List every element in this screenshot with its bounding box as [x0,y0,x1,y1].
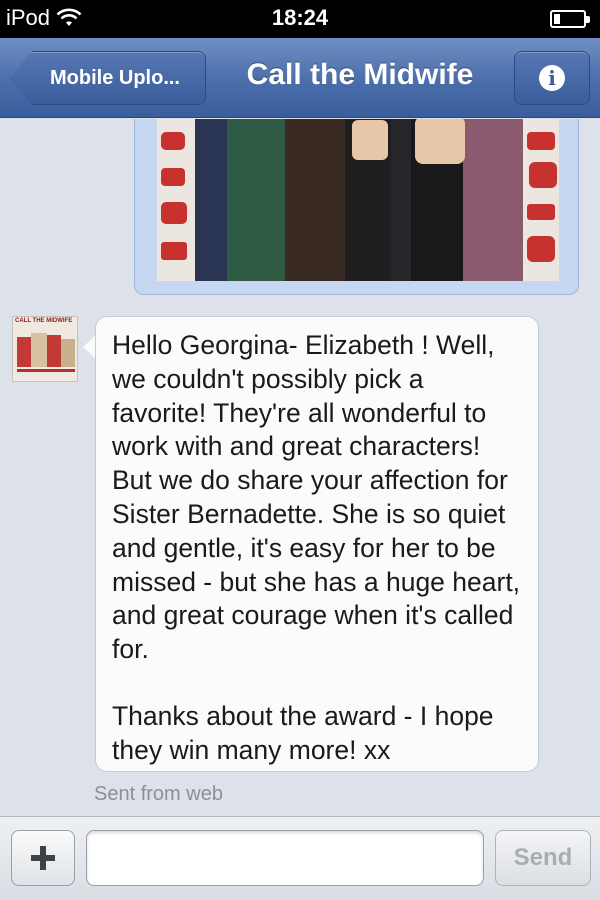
page-title: Call the Midwife [246,58,474,91]
message-paragraph: Hello Georgina- Elizabeth ! Well, we cou… [112,330,521,665]
avatar-label: CALL THE MIDWIFE [15,318,73,324]
info-button[interactable]: i [514,51,590,105]
add-attachment-button[interactable] [11,830,75,886]
avatar[interactable]: CALL THE MIDWIFE [12,316,78,382]
group-photo-image [157,119,559,281]
message-input[interactable] [86,830,484,886]
back-button-label: Mobile Uplo... [50,66,180,89]
text-message-bubble[interactable]: Hello Georgina- Elizabeth ! Well, we cou… [95,316,539,772]
status-bar: iPod 18:24 [0,0,600,38]
avatar-image [13,317,77,381]
status-time: 18:24 [271,5,329,30]
attached-photo[interactable] [157,119,559,281]
battery-icon [550,10,590,28]
sent-from-label: Sent from web [94,783,223,805]
info-icon: i [539,65,565,91]
plus-icon [31,846,55,870]
composer-bar: Send [0,816,600,900]
battery-level [554,14,560,24]
photo-message-bubble[interactable] [134,119,579,295]
send-button[interactable]: Send [495,830,591,886]
message-thread[interactable]: CALL THE MIDWIFE Hello Georgina- Elizabe… [0,119,600,816]
message-paragraph: Thanks about the award - I hope they win… [112,700,494,765]
back-button[interactable]: Mobile Uplo... [10,51,206,105]
nav-bar: Mobile Uplo... Call the Midwife i [0,38,600,118]
